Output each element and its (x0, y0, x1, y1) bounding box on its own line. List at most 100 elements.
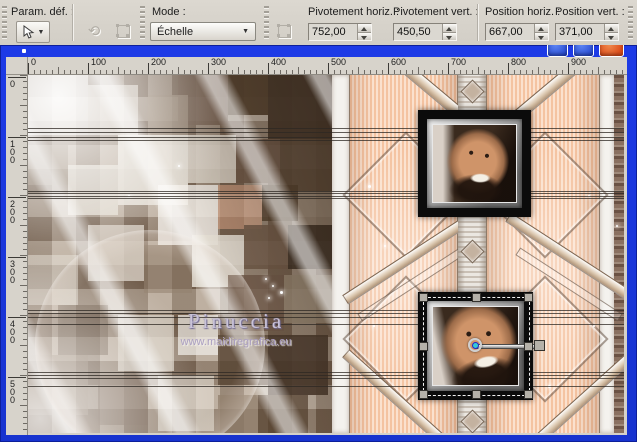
guide-line (28, 191, 624, 192)
hruler-major-tick (88, 63, 89, 74)
pivot-v-input[interactable] (394, 24, 442, 40)
restore-button[interactable] (573, 45, 594, 57)
selection-handle-s[interactable] (471, 390, 481, 399)
selection-handle-e[interactable] (524, 341, 533, 351)
toolbar-grip[interactable] (2, 6, 7, 39)
selection-handle-se[interactable] (524, 390, 533, 399)
document-body: 0 100 200 300 400 500 600 700 800 900 0 100 200 300 4… (6, 57, 627, 435)
tool-options-toolbar: Param. déf. : ▼ ⟲ Mode : Échelle ▼ Pivot… (0, 0, 637, 46)
hruler-label: 200 (151, 57, 167, 67)
selection-handle-w[interactable] (419, 341, 428, 351)
guide-line (28, 310, 624, 311)
watermark-url: www.maidiregrafica.eu (180, 336, 292, 348)
hruler-label: 100 (91, 57, 107, 67)
hruler-major-tick (28, 63, 29, 74)
guide-line (28, 386, 624, 387)
sparkle-dot (265, 278, 267, 280)
hruler-major-tick (508, 63, 509, 74)
sparkle-dot (280, 291, 283, 294)
vruler-major-tick (8, 77, 26, 78)
guide-line (28, 372, 624, 373)
position-h-input[interactable] (486, 24, 534, 40)
position-v-label: Position vert. : (555, 6, 625, 18)
hruler-label: 900 (571, 57, 587, 67)
close-button[interactable] (599, 45, 624, 57)
sparkle-dot (178, 165, 180, 167)
image-document-window: 0 100 200 300 400 500 600 700 800 900 0 100 200 300 4… (0, 45, 637, 442)
sparkle-dot (384, 245, 386, 247)
guide-line (28, 375, 624, 376)
chevron-down-icon: ▼ (242, 28, 249, 35)
vruler-label: 200 (10, 199, 16, 225)
toolbar-grip[interactable] (264, 6, 269, 39)
pivot-h-field[interactable] (308, 23, 372, 41)
position-h-spinner[interactable] (534, 24, 548, 40)
toolbar-grip[interactable] (140, 6, 145, 39)
diamond-ornament (460, 239, 485, 264)
horizontal-ruler: 0 100 200 300 400 500 600 700 800 900 (28, 57, 627, 75)
spin-up-icon[interactable] (605, 24, 618, 32)
position-h-field[interactable] (485, 23, 549, 41)
vruler-major-tick (8, 317, 26, 318)
position-v-field[interactable] (555, 23, 619, 41)
selection-handle-ne[interactable] (524, 293, 533, 302)
guide-line (28, 317, 624, 318)
toolbar-grip[interactable] (628, 6, 633, 39)
photo-mat (427, 119, 522, 208)
minimize-button[interactable] (547, 45, 568, 57)
pivot-v-field[interactable] (393, 23, 457, 41)
pivot-v-spinner[interactable] (442, 24, 456, 40)
hruler-label: 600 (391, 57, 407, 67)
hruler-label: 700 (451, 57, 467, 67)
hruler-major-tick (448, 63, 449, 74)
spin-down-icon[interactable] (443, 31, 456, 40)
selection-handle-n[interactable] (471, 293, 481, 302)
mode-selected-value: Échelle (157, 25, 194, 38)
hruler-major-tick (388, 63, 389, 74)
guide-line (28, 313, 624, 314)
spin-up-icon[interactable] (443, 24, 456, 32)
app-window: Param. déf. : ▼ ⟲ Mode : Échelle ▼ Pivot… (0, 0, 637, 442)
vruler-major-tick (8, 137, 26, 138)
spin-up-icon[interactable] (358, 24, 371, 32)
spin-down-icon[interactable] (535, 31, 548, 40)
sparkle-dot (593, 325, 595, 327)
position-v-spinner[interactable] (604, 24, 618, 40)
position-v-input[interactable] (556, 24, 604, 40)
sparkle-dot (272, 285, 274, 287)
chevron-down-icon: ▼ (37, 28, 45, 36)
rotation-handle[interactable] (534, 340, 545, 351)
diamond-ornament (460, 79, 485, 104)
guide-line (28, 132, 624, 133)
pivot-point[interactable] (468, 338, 482, 352)
pivot-h-spinner[interactable] (357, 24, 371, 40)
vruler-label: 0 (10, 79, 16, 89)
hruler-label: 400 (271, 57, 287, 67)
hruler-major-tick (148, 63, 149, 74)
spin-down-icon[interactable] (358, 31, 371, 40)
vertical-ruler: 0 100 200 300 400 500 (6, 75, 28, 435)
image-canvas[interactable]: Pinuccia www.maidiregrafica.eu (28, 75, 624, 433)
selection-handle-sw[interactable] (419, 390, 428, 399)
hruler-label: 800 (511, 57, 527, 67)
guide-line (28, 140, 624, 141)
toolbar-separator (477, 4, 479, 41)
pivot-v-label: Pivotement vert. : (393, 6, 479, 18)
pivot-center-icon (471, 341, 479, 349)
pivot-h-input[interactable] (309, 24, 357, 40)
hruler-major-tick (268, 63, 269, 74)
toolbar-separator (72, 4, 74, 41)
vruler-label: 100 (10, 139, 16, 165)
mode-select[interactable]: Échelle ▼ (150, 22, 256, 41)
framed-photo-top[interactable] (418, 110, 531, 217)
spin-down-icon[interactable] (605, 31, 618, 40)
hruler-major-tick (208, 63, 209, 74)
sparkle-dot (368, 185, 371, 188)
selection-handle-nw[interactable] (419, 293, 428, 302)
sparkle-dot (268, 297, 270, 299)
spin-up-icon[interactable] (535, 24, 548, 32)
vruler-label: 500 (10, 379, 16, 405)
preset-dropdown-button[interactable]: ▼ (16, 21, 50, 43)
watermark: Pinuccia www.maidiregrafica.eu (146, 309, 326, 348)
vruler-major-tick (8, 197, 26, 198)
